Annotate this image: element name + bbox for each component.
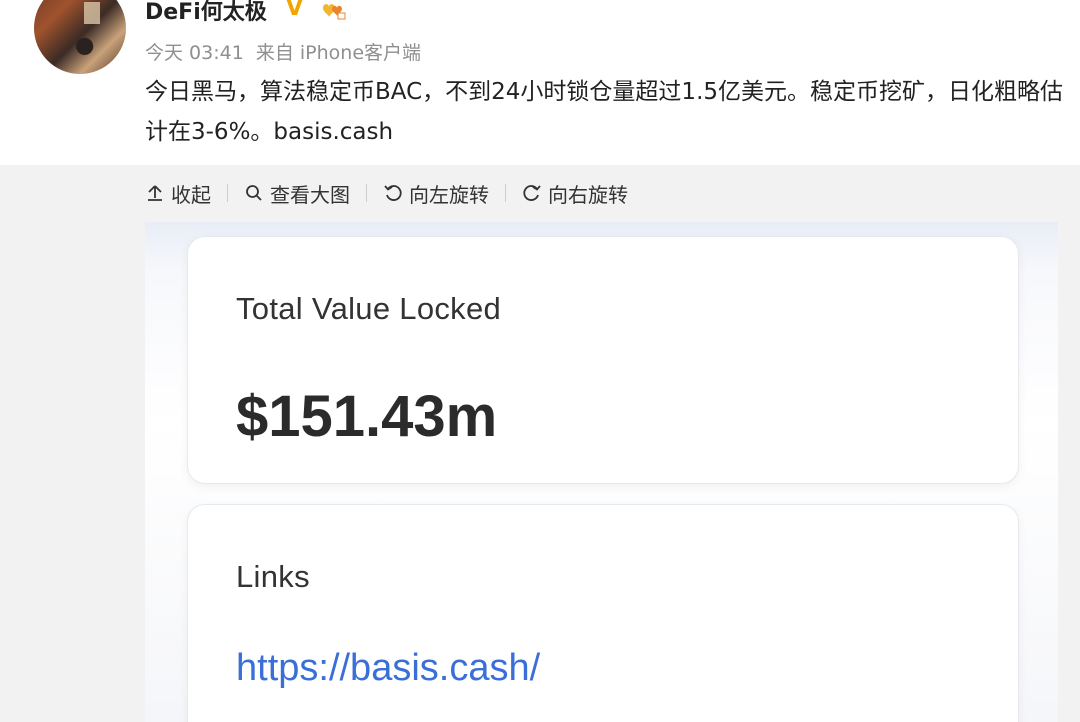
divider: [227, 184, 228, 202]
rotate-right-icon: [523, 185, 541, 201]
tvl-card: Total Value Locked $151.43m: [187, 236, 1019, 484]
verified-badge-icon: V: [286, 0, 304, 21]
view-large-label: 查看大图: [270, 182, 350, 207]
rotate-right-button[interactable]: 向右旋转: [522, 179, 628, 208]
collapse-label: 收起: [171, 182, 211, 207]
username[interactable]: DeFi何太极: [145, 0, 267, 26]
post-source[interactable]: 来自 iPhone客户端: [256, 42, 421, 64]
rotate-left-icon: [384, 185, 402, 201]
avatar[interactable]: [34, 0, 126, 74]
tvl-title: Total Value Locked: [236, 291, 502, 326]
links-title: Links: [236, 559, 310, 594]
view-large-button[interactable]: 查看大图: [244, 179, 350, 208]
search-icon: [246, 185, 262, 201]
post-image[interactable]: Total Value Locked $151.43m Links https:…: [145, 222, 1058, 722]
tvl-value: $151.43m: [236, 384, 498, 449]
rotate-right-label: 向右旋转: [548, 182, 628, 207]
post-text: 今日黑马，算法稳定币BAC，不到24小时锁仓量超过1.5亿美元。稳定币挖矿，日化…: [145, 79, 1064, 145]
links-card: Links https://basis.cash/: [187, 504, 1019, 722]
post-time: 今天 03:41: [145, 42, 244, 64]
basis-cash-link[interactable]: https://basis.cash/: [236, 647, 540, 690]
rotate-left-button[interactable]: 向左旋转: [383, 179, 489, 208]
post-meta: 今天 03:41 来自 iPhone客户端: [145, 38, 427, 65]
fan-badge-icon: [323, 4, 346, 20]
rotate-left-label: 向左旋转: [409, 182, 489, 207]
divider: [505, 184, 506, 202]
arrow-up-icon: [148, 185, 162, 201]
image-toolbar: 收起 查看大图 向左旋转 向右旋转: [145, 176, 628, 210]
post-header: DeFi何太极 V 今天 03:41 来自 iPhone客户端 今日黑马，算法稳…: [0, 0, 1080, 165]
collapse-button[interactable]: 收起: [145, 179, 211, 208]
divider: [366, 184, 367, 202]
